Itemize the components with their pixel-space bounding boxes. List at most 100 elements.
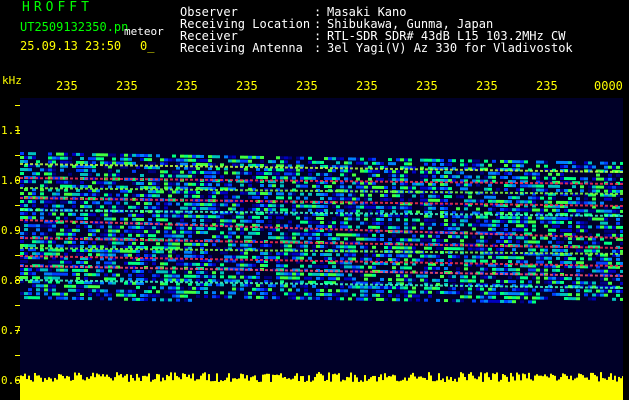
meter-bar bbox=[262, 374, 264, 400]
noise-cell bbox=[420, 258, 424, 262]
noise-cell bbox=[128, 293, 132, 297]
noise-cell bbox=[344, 221, 348, 225]
noise-cell bbox=[492, 159, 496, 163]
noise-cell bbox=[360, 237, 364, 241]
noise-cell bbox=[524, 228, 528, 232]
meter-bar bbox=[306, 380, 308, 400]
noise-cell bbox=[356, 225, 360, 229]
noise-cell bbox=[80, 296, 84, 300]
meter-bar bbox=[484, 373, 486, 400]
noise-cell bbox=[352, 233, 356, 237]
noise-cell bbox=[324, 185, 328, 189]
noise-cell bbox=[560, 292, 564, 296]
noise-cell bbox=[540, 196, 544, 200]
noise-cell bbox=[528, 200, 532, 204]
noise-cell bbox=[604, 161, 608, 165]
noise-cell bbox=[172, 170, 176, 174]
noise-cell bbox=[356, 285, 360, 289]
noise-cell bbox=[396, 294, 400, 298]
noise-cell bbox=[604, 269, 608, 273]
noise-cell bbox=[24, 232, 28, 236]
noise-cell bbox=[428, 206, 432, 210]
noise-cell bbox=[348, 169, 352, 173]
noise-cell bbox=[176, 230, 180, 234]
noise-cell bbox=[88, 157, 92, 161]
noise-cell bbox=[132, 193, 136, 197]
noise-cell bbox=[588, 161, 592, 165]
noise-cell bbox=[344, 177, 348, 181]
noise-cell bbox=[436, 286, 440, 290]
noise-cell bbox=[620, 185, 623, 189]
meter-bar bbox=[292, 378, 294, 400]
noise-cell bbox=[156, 182, 160, 186]
noise-cell bbox=[544, 224, 548, 228]
noise-cell bbox=[164, 298, 168, 302]
noise-cell bbox=[92, 201, 96, 205]
meter-bar bbox=[422, 377, 424, 400]
noise-cell bbox=[464, 295, 468, 299]
noise-cell bbox=[616, 221, 620, 225]
noise-cell bbox=[360, 289, 364, 293]
noise-cell bbox=[600, 289, 604, 293]
noise-cell bbox=[268, 172, 272, 176]
noise-cell bbox=[124, 193, 128, 197]
noise-cell bbox=[512, 208, 516, 212]
noise-cell bbox=[200, 242, 204, 246]
noise-cell bbox=[132, 181, 136, 185]
noise-cell bbox=[76, 252, 80, 256]
noise-cell bbox=[364, 277, 368, 281]
meter-bar bbox=[204, 372, 206, 400]
meter-bar bbox=[584, 377, 586, 400]
noise-cell bbox=[276, 252, 280, 256]
noise-cell bbox=[428, 194, 432, 198]
noise-cell bbox=[548, 288, 552, 292]
meter-bar bbox=[400, 380, 402, 400]
noise-cell bbox=[588, 289, 592, 293]
noise-cell bbox=[368, 285, 372, 289]
noise-cell bbox=[20, 204, 24, 207]
meter-bar bbox=[420, 376, 422, 400]
noise-cell bbox=[164, 174, 168, 178]
noise-cell bbox=[76, 288, 80, 292]
noise-cell bbox=[160, 298, 164, 302]
noise-cell bbox=[324, 253, 328, 257]
noise-cell bbox=[608, 225, 612, 229]
meter-bar bbox=[132, 378, 134, 400]
noise-cell bbox=[140, 233, 144, 237]
noise-cell bbox=[44, 224, 48, 228]
noise-cell bbox=[208, 183, 212, 187]
meter-bar bbox=[540, 375, 542, 400]
noise-cell bbox=[460, 295, 464, 299]
noise-cell bbox=[548, 216, 552, 220]
noise-cell bbox=[240, 255, 244, 259]
noise-cell bbox=[244, 227, 248, 231]
noise-cell bbox=[216, 191, 220, 195]
noise-cell bbox=[276, 220, 280, 224]
meter-bar bbox=[34, 372, 36, 400]
noise-cell bbox=[84, 169, 88, 173]
noise-cell bbox=[452, 159, 456, 163]
noise-cell bbox=[536, 280, 540, 284]
noise-cell bbox=[160, 218, 164, 222]
noise-cell bbox=[576, 289, 580, 293]
noise-cell bbox=[488, 207, 492, 211]
noise-cell bbox=[68, 240, 72, 244]
noise-cell bbox=[548, 240, 552, 244]
noise-cell bbox=[324, 225, 328, 229]
noise-cell bbox=[332, 237, 336, 241]
meter-bar bbox=[512, 376, 514, 400]
noise-cell bbox=[580, 261, 584, 265]
noise-cell bbox=[136, 249, 140, 253]
noise-cell bbox=[196, 170, 200, 174]
noise-cell bbox=[336, 161, 340, 165]
noise-cell bbox=[324, 265, 328, 269]
noise-cell bbox=[64, 260, 68, 264]
meter-bar bbox=[608, 376, 610, 400]
noise-cell bbox=[324, 297, 328, 301]
noise-cell bbox=[528, 248, 532, 252]
noise-cell bbox=[120, 289, 124, 293]
noise-cell bbox=[60, 268, 64, 272]
meter-bar bbox=[430, 375, 432, 400]
noise-cell bbox=[448, 259, 452, 263]
noise-cell bbox=[584, 281, 588, 285]
